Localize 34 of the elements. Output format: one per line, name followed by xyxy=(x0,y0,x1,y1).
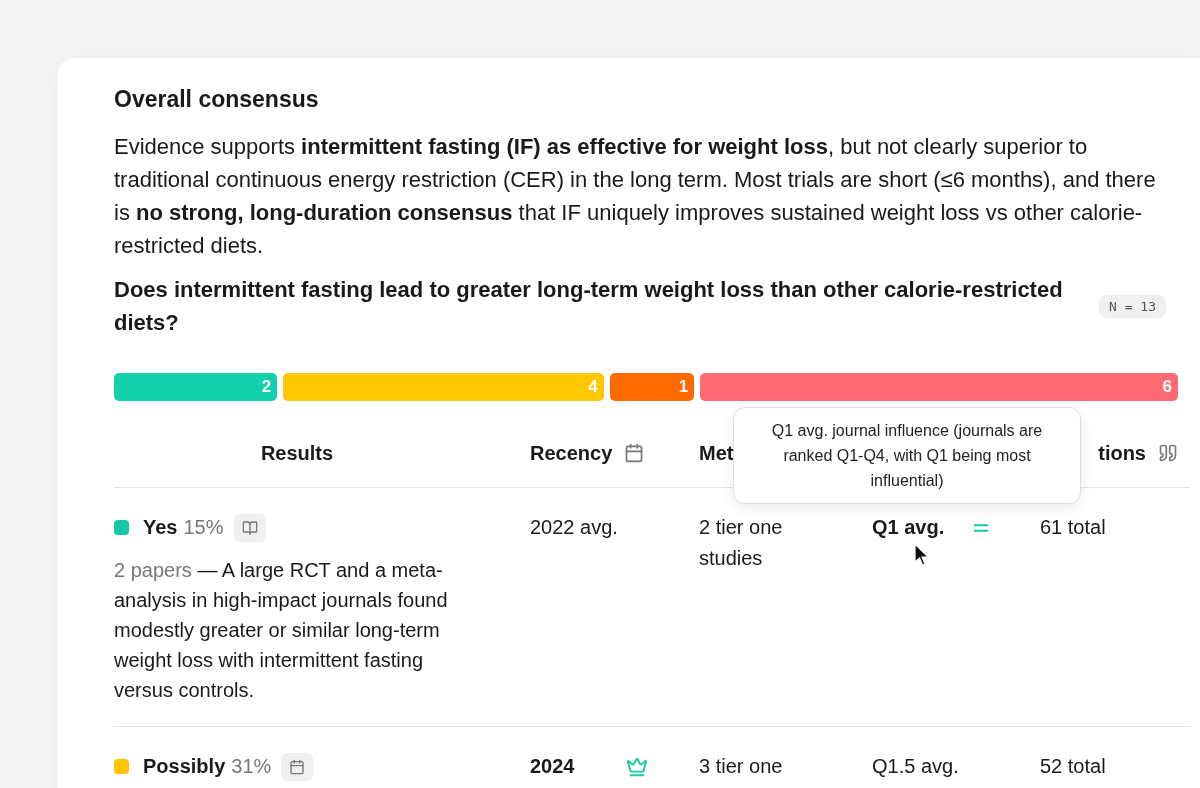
column-header[interactable]: tions xyxy=(1098,441,1146,465)
crown-icon xyxy=(626,755,648,778)
consensus-summary: Evidence supports intermittent fasting (IF) as effective for weight loss, but not clearly superior to traditional continuous energy restriction (CER) in the long term. Most trials are short (≤6 months), and there is no strong, long-duration consensus that IF uniquely improves sustained weight loss vs other calorie-restricted diets. xyxy=(114,133,1157,260)
journal-value: Q1.5 avg. xyxy=(872,754,960,779)
answer-percent: 15% xyxy=(183,515,224,540)
answer-label: Yes xyxy=(143,515,178,540)
distribution-segment: 6 xyxy=(700,373,1178,401)
cursor-icon xyxy=(914,543,930,567)
calendar-icon xyxy=(624,443,645,463)
answer-label: Possibly xyxy=(143,754,226,779)
calendar-icon xyxy=(289,758,306,775)
citations-value: 61 total xyxy=(1040,515,1107,540)
book-icon xyxy=(241,519,258,536)
card-title: Overall consensus xyxy=(114,85,320,114)
column-header[interactable]: Met xyxy=(699,441,734,465)
methods-value: 2 tier one studies xyxy=(699,515,784,571)
distribution-segment: 1 xyxy=(609,373,695,401)
column-header[interactable]: Recency xyxy=(530,441,613,465)
result-summary: 2 papers — A large RCT and a meta-analysis in high-impact journals found modestly greater or similar long-term weight loss with intermittent fasting versus controls. xyxy=(114,558,449,703)
distribution-segment: 2 xyxy=(114,373,278,401)
research-question: Does intermittent fasting lead to greater long-term weight loss than other calorie-restricted diets? xyxy=(114,276,1064,337)
answer-percent: 31% xyxy=(231,754,272,779)
citations-value: 52 total xyxy=(1040,754,1107,779)
quote-icon xyxy=(1158,443,1178,463)
distribution-segment: 4 xyxy=(283,373,604,401)
sample-size-badge: N = 13 xyxy=(1099,295,1166,318)
recency-value: 2024 xyxy=(530,754,576,779)
methods-value: 3 tier one xyxy=(699,754,784,779)
tooltip: Q1 avg. journal influence (journals are ranked Q1-Q4, with Q1 being most influential) xyxy=(733,407,1081,504)
icon-badge[interactable] xyxy=(281,752,314,781)
icon-badge[interactable] xyxy=(233,513,266,542)
journal-value: Q1 avg. xyxy=(872,515,946,540)
recency-value: 2022 avg. xyxy=(530,515,619,540)
column-header[interactable]: Results xyxy=(260,441,334,465)
